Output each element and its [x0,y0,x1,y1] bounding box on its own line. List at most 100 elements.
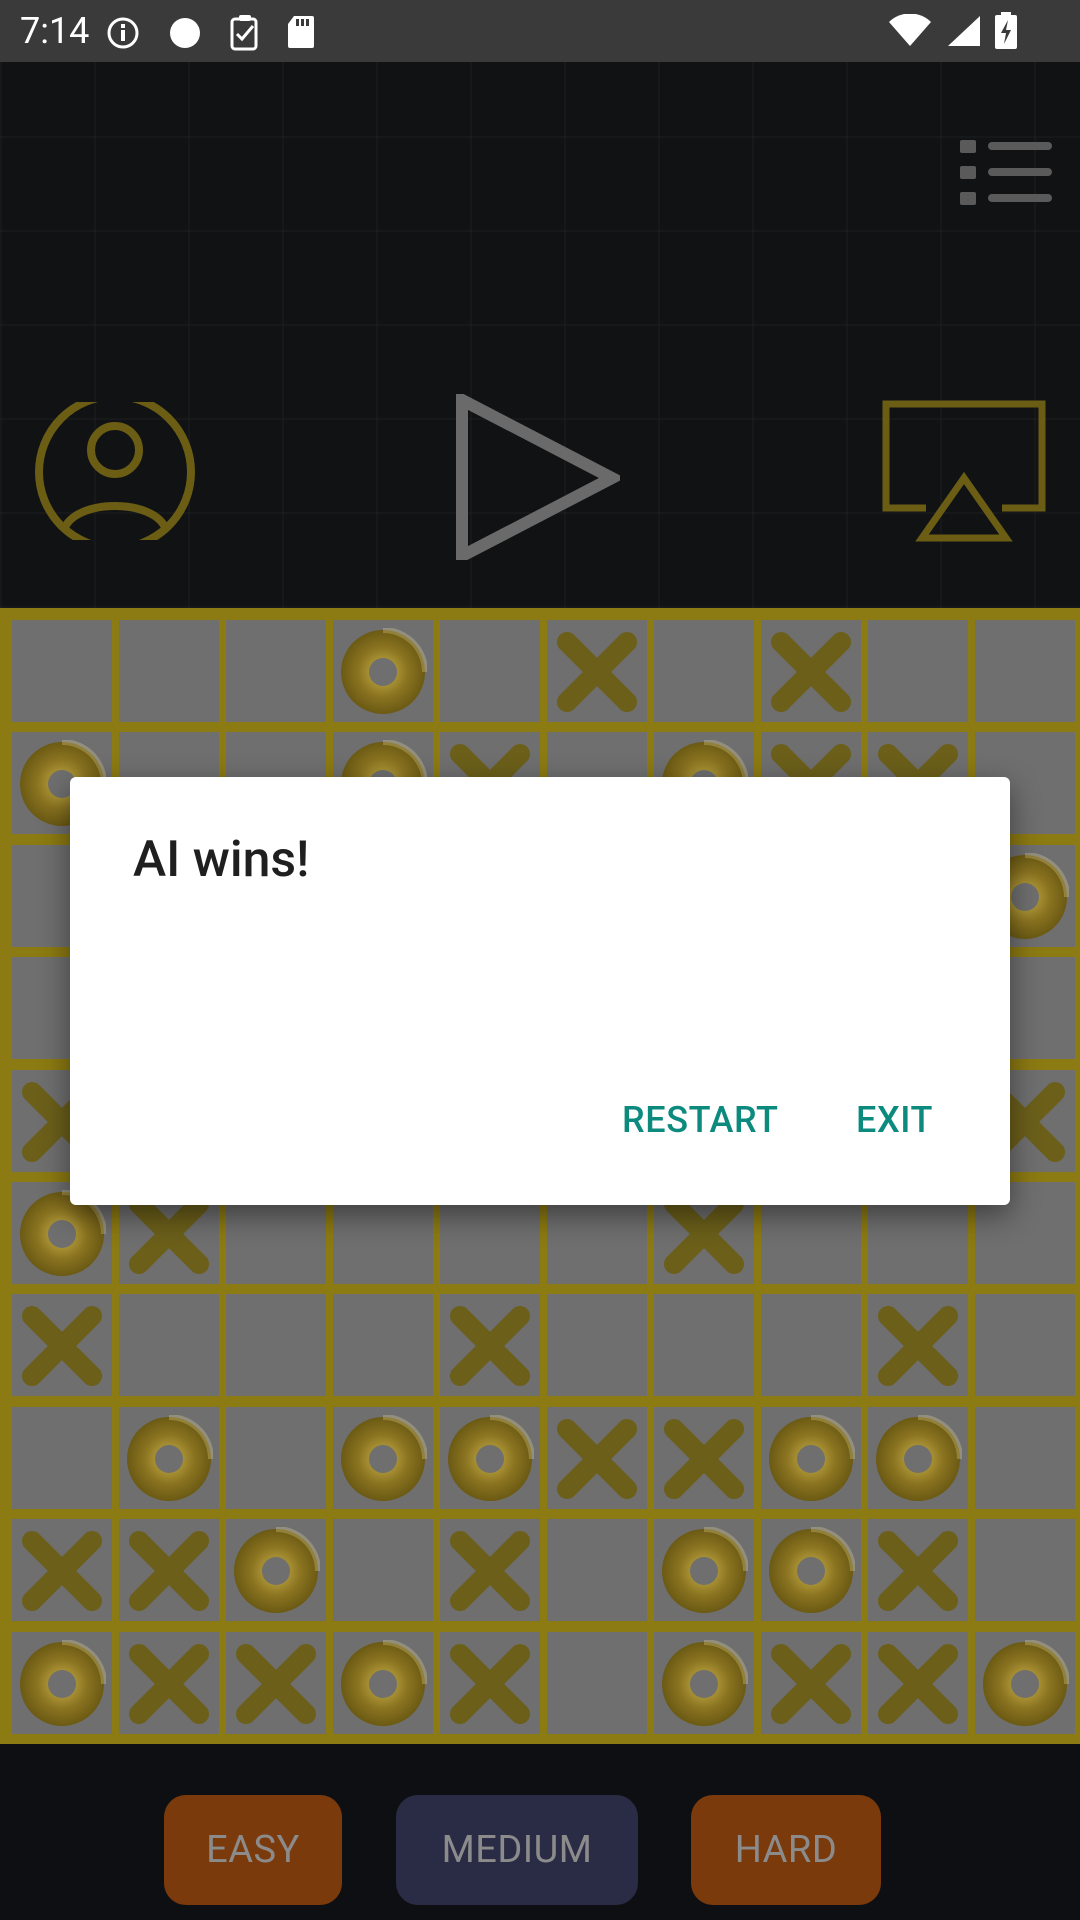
x-mark-icon [450,1306,530,1387]
board-cell[interactable] [868,620,968,722]
board-cell[interactable] [12,1294,112,1397]
board-cell[interactable] [333,1294,433,1397]
o-mark-icon [662,1527,748,1614]
circle-dot-icon [170,18,200,48]
x-mark-icon [878,1306,958,1387]
board-cell[interactable] [226,620,326,722]
x-mark-icon [771,632,851,712]
board-cell[interactable] [12,1631,112,1734]
board-cell[interactable] [547,1294,647,1397]
board-cell[interactable] [547,1519,647,1622]
o-mark-icon [234,1527,320,1614]
dialog-title: AI wins! [133,831,310,889]
board-cell[interactable] [226,1519,326,1622]
board-cell[interactable] [12,1519,112,1622]
board-cell[interactable] [119,1294,219,1397]
o-mark-icon [769,1527,855,1614]
x-mark-icon [450,1643,530,1724]
board-cell[interactable] [868,1406,968,1509]
board-cell[interactable] [119,620,219,722]
board-cell[interactable] [975,1406,1075,1509]
board-cell[interactable] [226,1631,326,1734]
x-mark-icon [236,1643,316,1724]
status-time: 7:14 [20,10,90,52]
x-mark-icon [771,1643,851,1724]
board-cell[interactable] [654,1631,754,1734]
board-cell[interactable] [868,1631,968,1734]
airplay-cast-icon[interactable] [882,400,1046,544]
board-cell[interactable] [333,1519,433,1622]
o-mark-icon [769,1414,855,1501]
list-menu-icon[interactable] [958,134,1054,210]
o-mark-icon [341,1639,427,1726]
status-bar: 7:14 [0,0,1080,62]
o-mark-icon [341,1414,427,1501]
x-mark-icon [450,1531,530,1612]
board-cell[interactable] [761,1519,861,1622]
o-mark-icon [983,1639,1069,1726]
board-cell[interactable] [761,1631,861,1734]
result-dialog: AI wins! RESTART EXIT [70,777,1010,1205]
board-cell[interactable] [119,1519,219,1622]
board-cell[interactable] [333,1631,433,1734]
play-icon[interactable] [454,394,620,560]
board-cell[interactable] [440,1406,540,1509]
medium-button[interactable]: MEDIUM [396,1795,638,1905]
board-cell[interactable] [975,1294,1075,1397]
o-mark-icon [876,1414,962,1501]
board-cell[interactable] [333,1406,433,1509]
board-cell[interactable] [547,620,647,722]
x-mark-icon [557,1418,637,1499]
x-mark-icon [22,1306,102,1387]
board-cell[interactable] [654,1519,754,1622]
board-cell[interactable] [226,1406,326,1509]
board-cell[interactable] [975,1631,1075,1734]
user-profile-icon[interactable] [34,402,196,542]
board-cell[interactable] [975,1519,1075,1622]
o-mark-icon [662,1639,748,1726]
board-cell[interactable] [547,1631,647,1734]
board-cell[interactable] [654,1406,754,1509]
x-mark-icon [22,1531,102,1612]
x-mark-icon [557,632,637,712]
board-cell[interactable] [440,1631,540,1734]
board-cell[interactable] [440,1294,540,1397]
signal-icon [948,16,980,46]
board-cell[interactable] [119,1631,219,1734]
x-mark-icon [878,1643,958,1724]
x-mark-icon [129,1531,209,1612]
board-cell[interactable] [761,1294,861,1397]
board-cell[interactable] [12,620,112,722]
board-cell[interactable] [654,1294,754,1397]
board-cell[interactable] [654,620,754,722]
sd-card-icon [288,16,314,48]
board-cell[interactable] [868,1519,968,1622]
hard-button[interactable]: HARD [691,1795,881,1905]
battery-charging-icon [995,12,1017,49]
o-mark-icon [341,628,427,714]
o-mark-icon [20,1639,106,1726]
wifi-icon [889,14,931,46]
x-mark-icon [878,1531,958,1612]
board-cell[interactable] [333,620,433,722]
o-mark-icon [127,1414,213,1501]
difficulty-bar: EASY MEDIUM HARD [0,1744,1080,1920]
board-cell[interactable] [12,1406,112,1509]
board-cell[interactable] [440,620,540,722]
board-cell[interactable] [119,1406,219,1509]
board-cell[interactable] [975,620,1075,722]
board-cell[interactable] [761,1406,861,1509]
clipboard-check-icon [230,15,258,51]
restart-button[interactable]: RESTART [622,1099,779,1141]
o-mark-icon [448,1414,534,1501]
board-cell[interactable] [868,1294,968,1397]
board-cell[interactable] [547,1406,647,1509]
exit-button[interactable]: EXIT [856,1099,933,1141]
board-cell[interactable] [761,620,861,722]
board-cell[interactable] [226,1294,326,1397]
x-mark-icon [129,1643,209,1724]
info-icon [107,17,139,49]
easy-button[interactable]: EASY [164,1795,342,1905]
board-cell[interactable] [440,1519,540,1622]
x-mark-icon [664,1418,744,1499]
